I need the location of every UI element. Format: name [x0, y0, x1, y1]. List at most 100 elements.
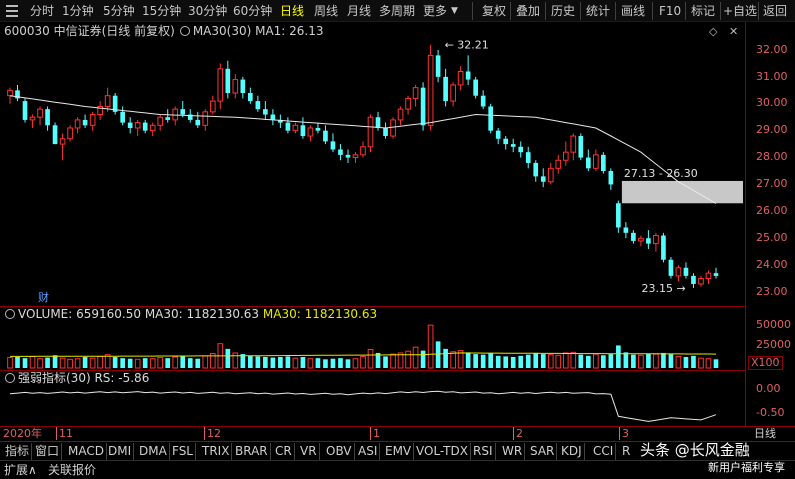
candle-body [457, 71, 464, 86]
candle-body [74, 119, 81, 129]
tab-more[interactable]: 更多 [423, 3, 447, 19]
stats-button[interactable]: 统计 [586, 3, 610, 19]
tab-emv[interactable]: EMV [383, 443, 415, 460]
volume-bar [22, 358, 28, 368]
volume-bar [180, 356, 186, 368]
volume-bar [646, 353, 651, 368]
volume-bar [450, 351, 456, 369]
volume-bar [338, 358, 343, 368]
tab-multi-period[interactable]: 多周期 [379, 3, 415, 19]
tab-asi[interactable]: ASI [356, 443, 381, 460]
tab-30min[interactable]: 30分钟 [188, 3, 227, 19]
footer-bar: 扩展∧ 关联报价 [0, 460, 795, 479]
candle-body [127, 122, 133, 128]
candle-body [263, 109, 268, 115]
tab-kdj[interactable]: KDJ [559, 443, 585, 460]
tab-fenshi[interactable]: 分时 [30, 3, 54, 19]
expand-button[interactable]: 扩展∧ [4, 463, 37, 478]
candle-body [608, 171, 614, 185]
candle-body [570, 135, 577, 153]
candle-body [232, 79, 239, 94]
candle-body [450, 84, 456, 102]
tab-fsl[interactable]: FSL [170, 443, 196, 460]
candle-body [668, 259, 674, 276]
candle-body [217, 68, 224, 102]
volume-bar [698, 357, 704, 369]
tab-brar[interactable]: BRAR [233, 443, 271, 460]
volume-bar [383, 356, 388, 368]
candle-body [593, 154, 599, 169]
tab-rsi[interactable]: RSI [471, 443, 496, 460]
volume-bar [292, 357, 299, 369]
candle-body [480, 95, 486, 107]
indicator-tick: -0.50 [756, 406, 785, 419]
candle-body [675, 267, 682, 277]
volume-bar [278, 357, 283, 368]
tab-cci[interactable]: CCI [591, 443, 617, 460]
volume-bar [285, 356, 291, 368]
mark-button[interactable]: 标记 [691, 3, 715, 19]
chevron-down-icon[interactable]: ▼ [451, 3, 458, 19]
volume-bar [390, 353, 396, 369]
tab-60min[interactable]: 60分钟 [233, 3, 272, 19]
tab-macd[interactable]: MACD [66, 443, 107, 460]
fuquan-button[interactable]: 复权 [482, 3, 506, 19]
volume-bar [45, 357, 50, 368]
tab-wr[interactable]: WR [500, 443, 526, 460]
f10-button[interactable]: F10 [659, 3, 681, 19]
volume-ma-label-2: MA30: 1182130.63 [262, 307, 378, 321]
volume-bar [300, 357, 306, 368]
back-button[interactable]: 返回 [763, 3, 787, 19]
tab-obv[interactable]: OBV [324, 443, 355, 460]
tab-indicator[interactable]: 指标 [3, 443, 33, 460]
candle-body [547, 167, 554, 183]
tab-vr[interactable]: VR [298, 443, 320, 460]
tab-trix[interactable]: TRIX [200, 443, 233, 460]
candle-body [578, 136, 584, 158]
menu-icon[interactable] [6, 5, 18, 17]
volume-bar [562, 352, 569, 369]
candle-body [623, 227, 629, 233]
price-tick: 26.00 [756, 204, 788, 217]
volume-bar [435, 341, 441, 368]
tab-dmi[interactable]: DMI [106, 443, 135, 460]
volume-bar [97, 355, 103, 369]
tab-vol-tdx[interactable]: VOL-TDX [414, 443, 471, 460]
candle-body [367, 116, 374, 148]
volume-bar [89, 357, 96, 369]
volume-bar [540, 354, 546, 368]
volume-bar [412, 346, 419, 369]
volume-bar [661, 352, 666, 368]
tab-5min[interactable]: 5分钟 [103, 3, 135, 19]
volume-bar [518, 355, 524, 368]
candle-body [323, 130, 328, 142]
tab-sar[interactable]: SAR [528, 443, 558, 460]
tab-daily[interactable]: 日线 [280, 3, 304, 19]
watermark: 头条 @长风金融 [640, 441, 750, 459]
candle-body [172, 108, 179, 121]
volume-bar [705, 358, 712, 369]
tab-dma[interactable]: DMA [137, 443, 170, 460]
overlay-button[interactable]: 叠加 [516, 3, 540, 19]
settings-circle-icon[interactable] [5, 373, 15, 383]
tab-weekly[interactable]: 周线 [314, 3, 338, 19]
add-watchlist-button[interactable]: +自选 [723, 3, 757, 19]
volume-bar [360, 355, 366, 369]
candle-body [495, 130, 501, 139]
tab-monthly[interactable]: 月线 [347, 3, 371, 19]
related-quotes-button[interactable]: 关联报价 [48, 463, 96, 478]
tab-cr[interactable]: CR [273, 443, 295, 460]
volume-bar [232, 352, 239, 369]
tab-1min[interactable]: 1分钟 [62, 3, 94, 19]
tab-window[interactable]: 窗口 [33, 443, 63, 460]
history-button[interactable]: 历史 [551, 3, 575, 19]
volume-label: VOLUME: 659160.50 [18, 307, 141, 321]
volume-bar [480, 354, 486, 368]
settings-circle-icon[interactable] [5, 309, 15, 319]
draw-line-button[interactable]: 画线 [621, 3, 645, 19]
tab-r[interactable]: R [620, 443, 632, 460]
candle-body [713, 273, 719, 276]
candle-body [518, 146, 524, 153]
tab-15min[interactable]: 15分钟 [142, 3, 181, 19]
candle-body [142, 122, 148, 131]
